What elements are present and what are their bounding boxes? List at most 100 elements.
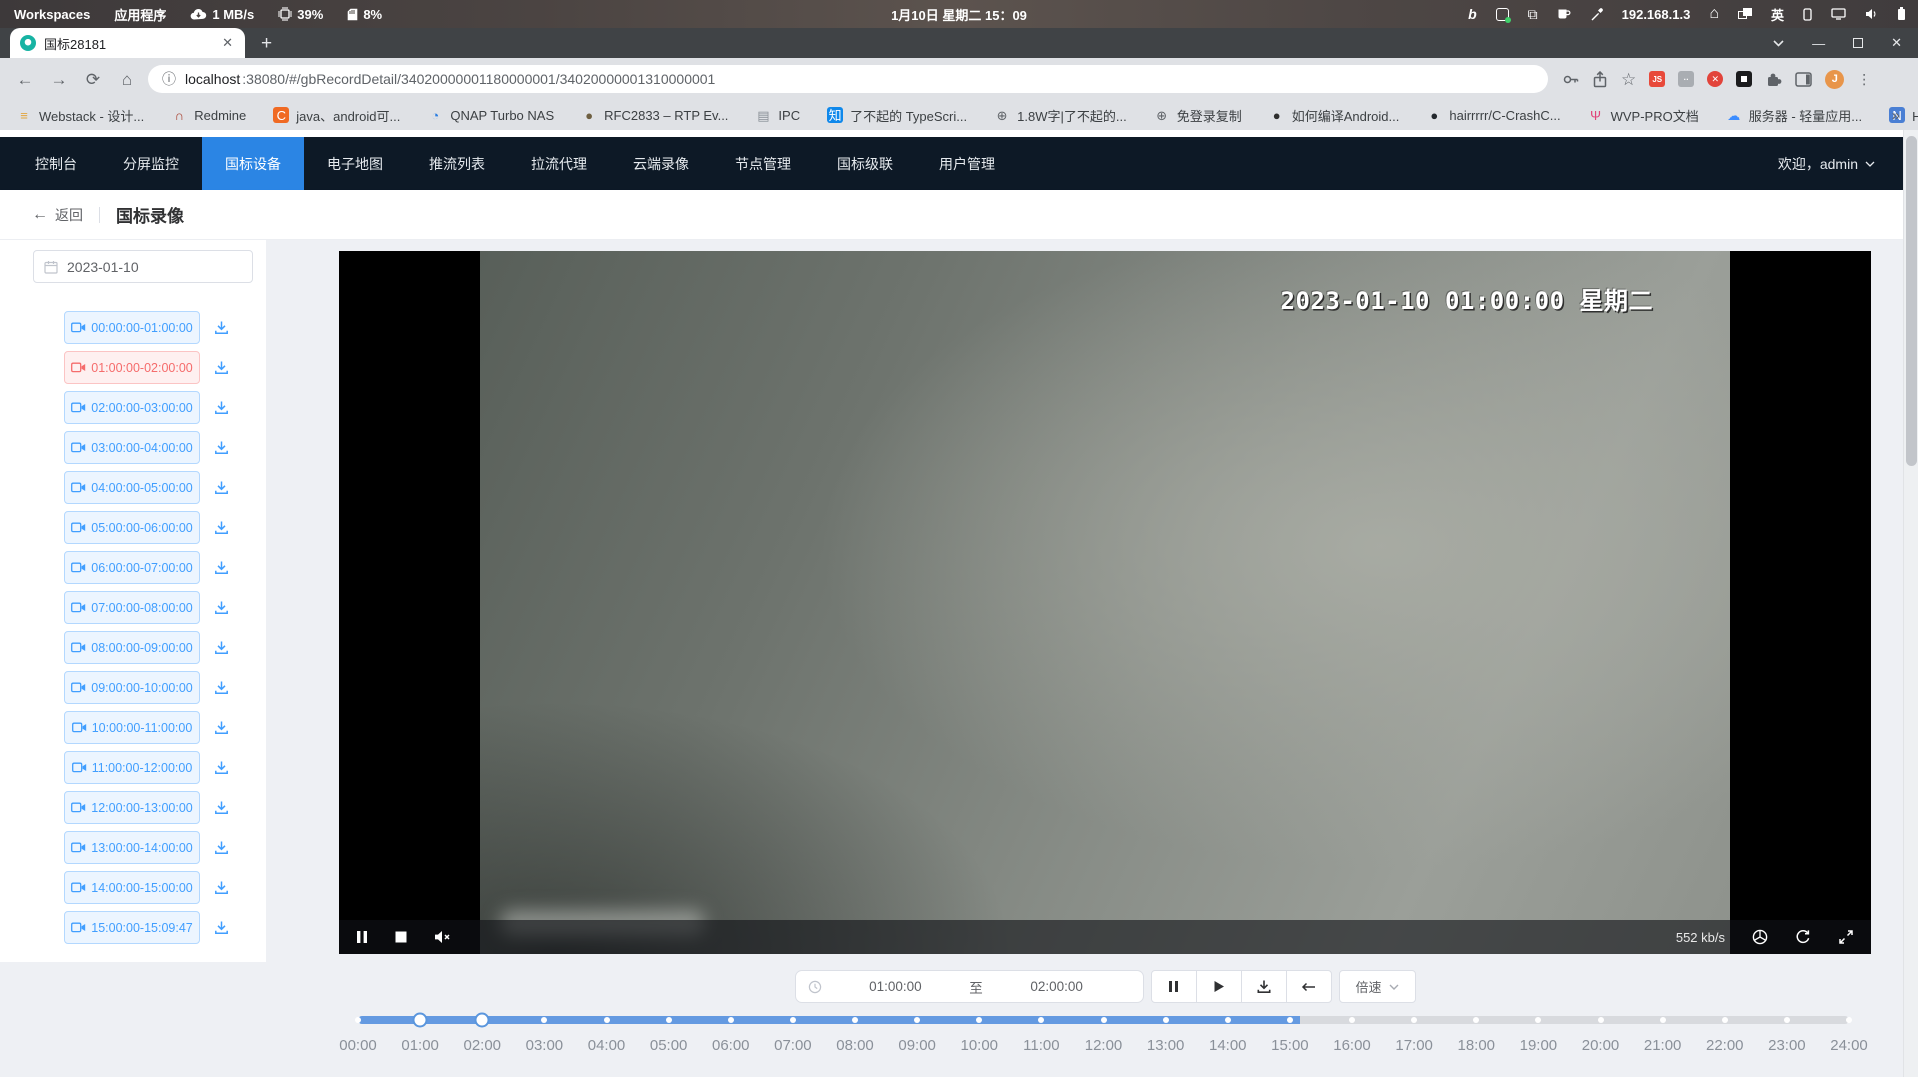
tab-close-icon[interactable]: ✕: [220, 35, 235, 51]
back-icon[interactable]: ←: [12, 71, 38, 88]
bookmark-star-icon[interactable]: ☆: [1621, 71, 1636, 88]
fullscreen-icon[interactable]: [1838, 929, 1854, 945]
mute-icon[interactable]: [434, 930, 452, 944]
bookmark-item[interactable]: ⊕ 免登录复制: [1154, 106, 1242, 125]
segment-button[interactable]: 10:00:00-11:00:00: [64, 711, 200, 744]
segment-button[interactable]: 12:00:00-13:00:00: [64, 791, 200, 824]
reload-icon[interactable]: ⟳: [80, 71, 106, 88]
site-info-icon[interactable]: ⓘ: [162, 69, 176, 89]
bookmark-item[interactable]: C java、android可...: [273, 106, 400, 125]
bookmark-item[interactable]: ◔ QNAP Turbo NAS: [427, 107, 554, 123]
segment-button[interactable]: 06:00:00-07:00:00: [64, 551, 200, 584]
segment-button[interactable]: 03:00:00-04:00:00: [64, 431, 200, 464]
segment-button[interactable]: 07:00:00-08:00:00: [64, 591, 200, 624]
nav-item[interactable]: 国标设备: [202, 137, 304, 190]
bookmarks-overflow-icon[interactable]: »: [1892, 107, 1900, 124]
timeline-handle[interactable]: [475, 1013, 490, 1028]
browser-home-icon[interactable]: ⌂: [114, 71, 140, 88]
applications-menu[interactable]: 应用程序: [114, 5, 166, 24]
segment-button[interactable]: 11:00:00-12:00:00: [64, 751, 200, 784]
bookmark-item[interactable]: Ψ WVP-PRO文档: [1588, 106, 1699, 125]
extension-dark-icon[interactable]: [1736, 71, 1752, 87]
sidebar-toggle-icon[interactable]: [1795, 72, 1812, 87]
page-scrollbar[interactable]: [1903, 130, 1918, 1077]
bookmark-item[interactable]: ≡ Webstack - 设计...: [16, 106, 144, 125]
nav-item[interactable]: 分屏监控: [100, 137, 202, 190]
forward-icon[interactable]: →: [46, 71, 72, 88]
ip-address[interactable]: 192.168.1.3: [1622, 7, 1691, 22]
download-segment-button[interactable]: [212, 518, 231, 537]
start-time-value[interactable]: 01:00:00: [822, 979, 970, 994]
download-segment-button[interactable]: [212, 478, 231, 497]
time-range-input[interactable]: 01:00:00 至 02:00:00: [795, 970, 1144, 1003]
nav-item[interactable]: 控制台: [12, 137, 100, 190]
nav-item[interactable]: 国标级联: [814, 137, 916, 190]
input-method-indicator[interactable]: 英: [1771, 5, 1784, 24]
download-segment-button[interactable]: [212, 318, 231, 337]
scrollbar-thumb[interactable]: [1906, 136, 1917, 466]
segment-button[interactable]: 15:00:00-15:09:47: [64, 911, 200, 944]
battery-icon[interactable]: [1897, 7, 1906, 21]
segment-button[interactable]: 01:00:00-02:00:00: [64, 351, 200, 384]
windows-stack-icon[interactable]: [1738, 8, 1752, 20]
color-picker-icon[interactable]: [1590, 8, 1603, 21]
segment-button[interactable]: 05:00:00-06:00:00: [64, 511, 200, 544]
refresh-icon[interactable]: [1795, 929, 1811, 945]
back-button[interactable]: ← 返回: [32, 205, 83, 225]
share-icon[interactable]: [1592, 71, 1608, 88]
close-window-button[interactable]: ✕: [1891, 35, 1902, 51]
stop-icon[interactable]: [395, 931, 407, 943]
bookmark-item[interactable]: ● 如何编译Android...: [1269, 106, 1400, 125]
segment-button[interactable]: 00:00:00-01:00:00: [64, 311, 200, 344]
download-segment-button[interactable]: [212, 638, 231, 657]
segment-button[interactable]: 09:00:00-10:00:00: [64, 671, 200, 704]
nav-item[interactable]: 电子地图: [304, 137, 406, 190]
bookmark-item[interactable]: 知 了不起的 TypeScri...: [827, 106, 967, 125]
bookmark-item[interactable]: ▤ IPC: [755, 107, 800, 123]
date-picker[interactable]: 2023-01-10: [33, 250, 253, 283]
snapshot-shutter-icon[interactable]: [1752, 929, 1768, 945]
nav-item[interactable]: 推流列表: [406, 137, 508, 190]
download-segment-button[interactable]: [212, 718, 231, 737]
home-icon[interactable]: ⌂: [1709, 6, 1719, 22]
tab-search-chevron-icon[interactable]: [1773, 40, 1784, 47]
maximize-button[interactable]: [1853, 38, 1863, 48]
download-segment-button[interactable]: [212, 918, 231, 937]
bookmark-item[interactable]: ● hairrrrr/C-CrashC...: [1426, 107, 1560, 123]
extension-gray-icon[interactable]: ··: [1678, 71, 1694, 87]
download-segment-button[interactable]: [212, 598, 231, 617]
playback-speed-dropdown[interactable]: 倍速: [1339, 970, 1416, 1003]
system-clock[interactable]: 1月10日 星期二 15：09: [891, 5, 1027, 24]
bookmark-item[interactable]: ⊕ 1.8W字|了不起的...: [994, 106, 1127, 125]
download-segment-button[interactable]: [212, 438, 231, 457]
extension-blocker-icon[interactable]: ✕: [1707, 71, 1723, 87]
timeline-track[interactable]: [358, 1016, 1849, 1024]
minimize-button[interactable]: —: [1812, 36, 1825, 51]
bookmark-item[interactable]: ● RFC2833 – RTP Ev...: [581, 107, 728, 123]
download-segment-button[interactable]: [212, 358, 231, 377]
volume-icon[interactable]: [1865, 8, 1878, 20]
pause-icon[interactable]: [356, 930, 368, 944]
download-button[interactable]: [1241, 970, 1287, 1003]
device-icon[interactable]: [1803, 8, 1812, 21]
workspaces-menu[interactable]: Workspaces: [14, 7, 90, 22]
password-key-icon[interactable]: [1562, 71, 1579, 88]
nav-item[interactable]: 拉流代理: [508, 137, 610, 190]
segment-button[interactable]: 14:00:00-15:00:00: [64, 871, 200, 904]
user-welcome[interactable]: 欢迎，admin: [1778, 154, 1903, 174]
url-bar[interactable]: ⓘ localhost:38080/#/gbRecordDetail/34020…: [148, 65, 1548, 93]
display-icon[interactable]: [1831, 8, 1846, 20]
nav-item[interactable]: 节点管理: [712, 137, 814, 190]
video-surface[interactable]: [480, 251, 1730, 954]
download-segment-button[interactable]: [212, 678, 231, 697]
segment-button[interactable]: 13:00:00-14:00:00: [64, 831, 200, 864]
extension-js-icon[interactable]: JS: [1649, 71, 1665, 87]
nav-item[interactable]: 云端录像: [610, 137, 712, 190]
download-segment-button[interactable]: [212, 398, 231, 417]
extensions-puzzle-icon[interactable]: [1765, 71, 1782, 88]
browser-tab[interactable]: 国标28181 ✕: [10, 28, 245, 58]
clipboard-icon[interactable]: ⧉: [1528, 7, 1538, 21]
pause-button[interactable]: [1151, 970, 1197, 1003]
download-segment-button[interactable]: [212, 758, 231, 777]
new-tab-button[interactable]: +: [261, 34, 272, 53]
